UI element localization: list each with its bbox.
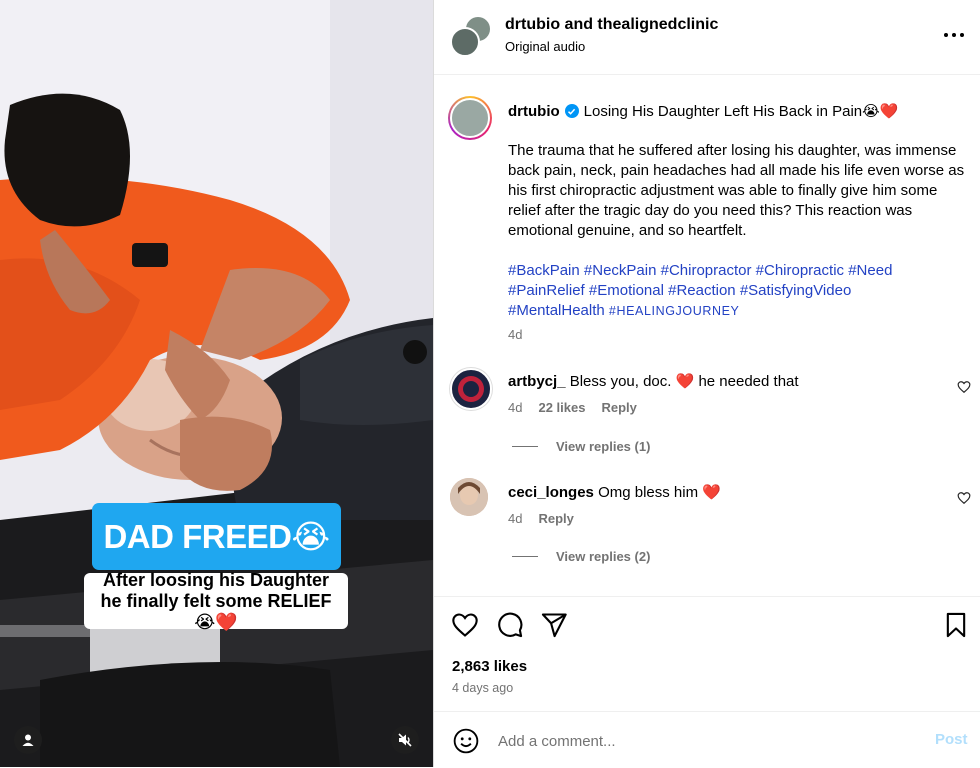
post-actions: 2,863 likes 4 days ago — [434, 596, 980, 712]
likes-count[interactable]: 2,863 likes — [452, 658, 527, 675]
hashtag[interactable]: #Chiropractor — [661, 262, 752, 279]
comment-likes[interactable]: 22 likes — [538, 400, 585, 415]
hashtag[interactable]: #SatisfyingVideo — [740, 282, 851, 299]
user-tag-icon — [22, 734, 34, 746]
comment-text: ceci_longes Omg bless him ❤️ — [508, 483, 721, 501]
comment-icon[interactable] — [496, 611, 524, 639]
caption-avatar[interactable] — [448, 96, 492, 140]
hashtag[interactable]: #BackPain — [508, 262, 580, 279]
audio-label[interactable]: Original audio — [505, 39, 585, 54]
caption-hashtags: #BackPain #NeckPain #Chiropractor #Chiro… — [508, 261, 974, 321]
caption-header: drtubio Losing His Daughter Left His Bac… — [508, 102, 899, 121]
comment-input[interactable] — [496, 728, 920, 754]
comment-username[interactable]: artbycj_ — [508, 373, 566, 390]
hashtag[interactable]: #Reaction — [668, 282, 736, 299]
comment-meta: 4d 22 likes Reply — [508, 400, 637, 415]
sticker-caption: After loosing his Daughter he finally fe… — [84, 570, 348, 632]
comment-time[interactable]: 4d — [508, 511, 522, 526]
replies-line — [512, 446, 538, 447]
more-icon[interactable] — [939, 22, 969, 42]
sticker-title: DAD FREED😭 — [92, 503, 341, 570]
mute-icon — [398, 733, 412, 747]
add-comment-bar: Post — [434, 711, 980, 768]
view-replies-button[interactable]: View replies (1) — [512, 439, 650, 454]
heart-icon[interactable] — [957, 491, 971, 505]
post-authors[interactable]: drtubio and thealignedclinic — [505, 16, 718, 34]
replies-line — [512, 556, 538, 557]
post-time[interactable]: 4 days ago — [452, 681, 513, 695]
view-replies-button[interactable]: View replies (2) — [512, 549, 650, 564]
avatar-drtubio[interactable] — [450, 27, 480, 57]
comment-meta: 4d Reply — [508, 511, 574, 526]
hashtag[interactable]: #Chiropractic — [756, 262, 844, 279]
heart-icon[interactable] — [451, 611, 479, 639]
emoji-icon[interactable] — [453, 728, 479, 754]
caption-title: Losing His Daughter Left His Back in Pai… — [583, 103, 899, 120]
reply-button[interactable]: Reply — [538, 511, 573, 526]
caption-body: The trauma that he suffered after losing… — [508, 142, 965, 239]
comment-body: Bless you, doc. ❤️ he needed that — [569, 373, 799, 390]
hashtag[interactable]: #PainRelief — [508, 282, 585, 299]
share-icon[interactable] — [540, 611, 568, 639]
hashtag[interactable]: #NeckPain — [584, 262, 657, 279]
comments-section[interactable]: drtubio Losing His Daughter Left His Bac… — [434, 75, 980, 595]
hashtag[interactable]: #HEALINGJOURNEY — [609, 304, 740, 318]
comment-avatar[interactable] — [450, 478, 488, 516]
view-replies-label: View replies (1) — [556, 439, 651, 454]
mute-button[interactable] — [391, 726, 419, 754]
post-header: drtubio and thealignedclinic Original au… — [434, 0, 980, 75]
post-video[interactable]: DAD FREED😭 After loosing his Daughter he… — [0, 0, 433, 767]
video-frame — [0, 0, 433, 767]
view-replies-label: View replies (2) — [556, 549, 651, 564]
post-details-panel: drtubio and thealignedclinic Original au… — [434, 0, 980, 767]
post-comment-button[interactable]: Post — [935, 731, 968, 748]
user-tag-button[interactable] — [14, 726, 42, 754]
collab-avatars[interactable] — [450, 15, 492, 57]
hashtag[interactable]: #MentalHealth — [508, 302, 605, 319]
caption-time[interactable]: 4d — [508, 327, 522, 342]
verified-icon — [564, 104, 579, 118]
comment-text: artbycj_ Bless you, doc. ❤️ he needed th… — [508, 372, 799, 390]
caption-username[interactable]: drtubio — [508, 103, 560, 120]
hashtag[interactable]: #Emotional — [589, 282, 664, 299]
heart-icon[interactable] — [957, 380, 971, 394]
hashtag[interactable]: #Need — [848, 262, 892, 279]
comment-time[interactable]: 4d — [508, 400, 522, 415]
bookmark-icon[interactable] — [942, 611, 970, 639]
comment-body: Omg bless him ❤️ — [598, 484, 721, 501]
comment-avatar[interactable] — [450, 368, 492, 410]
reply-button[interactable]: Reply — [601, 400, 636, 415]
comment-username[interactable]: ceci_longes — [508, 484, 594, 501]
